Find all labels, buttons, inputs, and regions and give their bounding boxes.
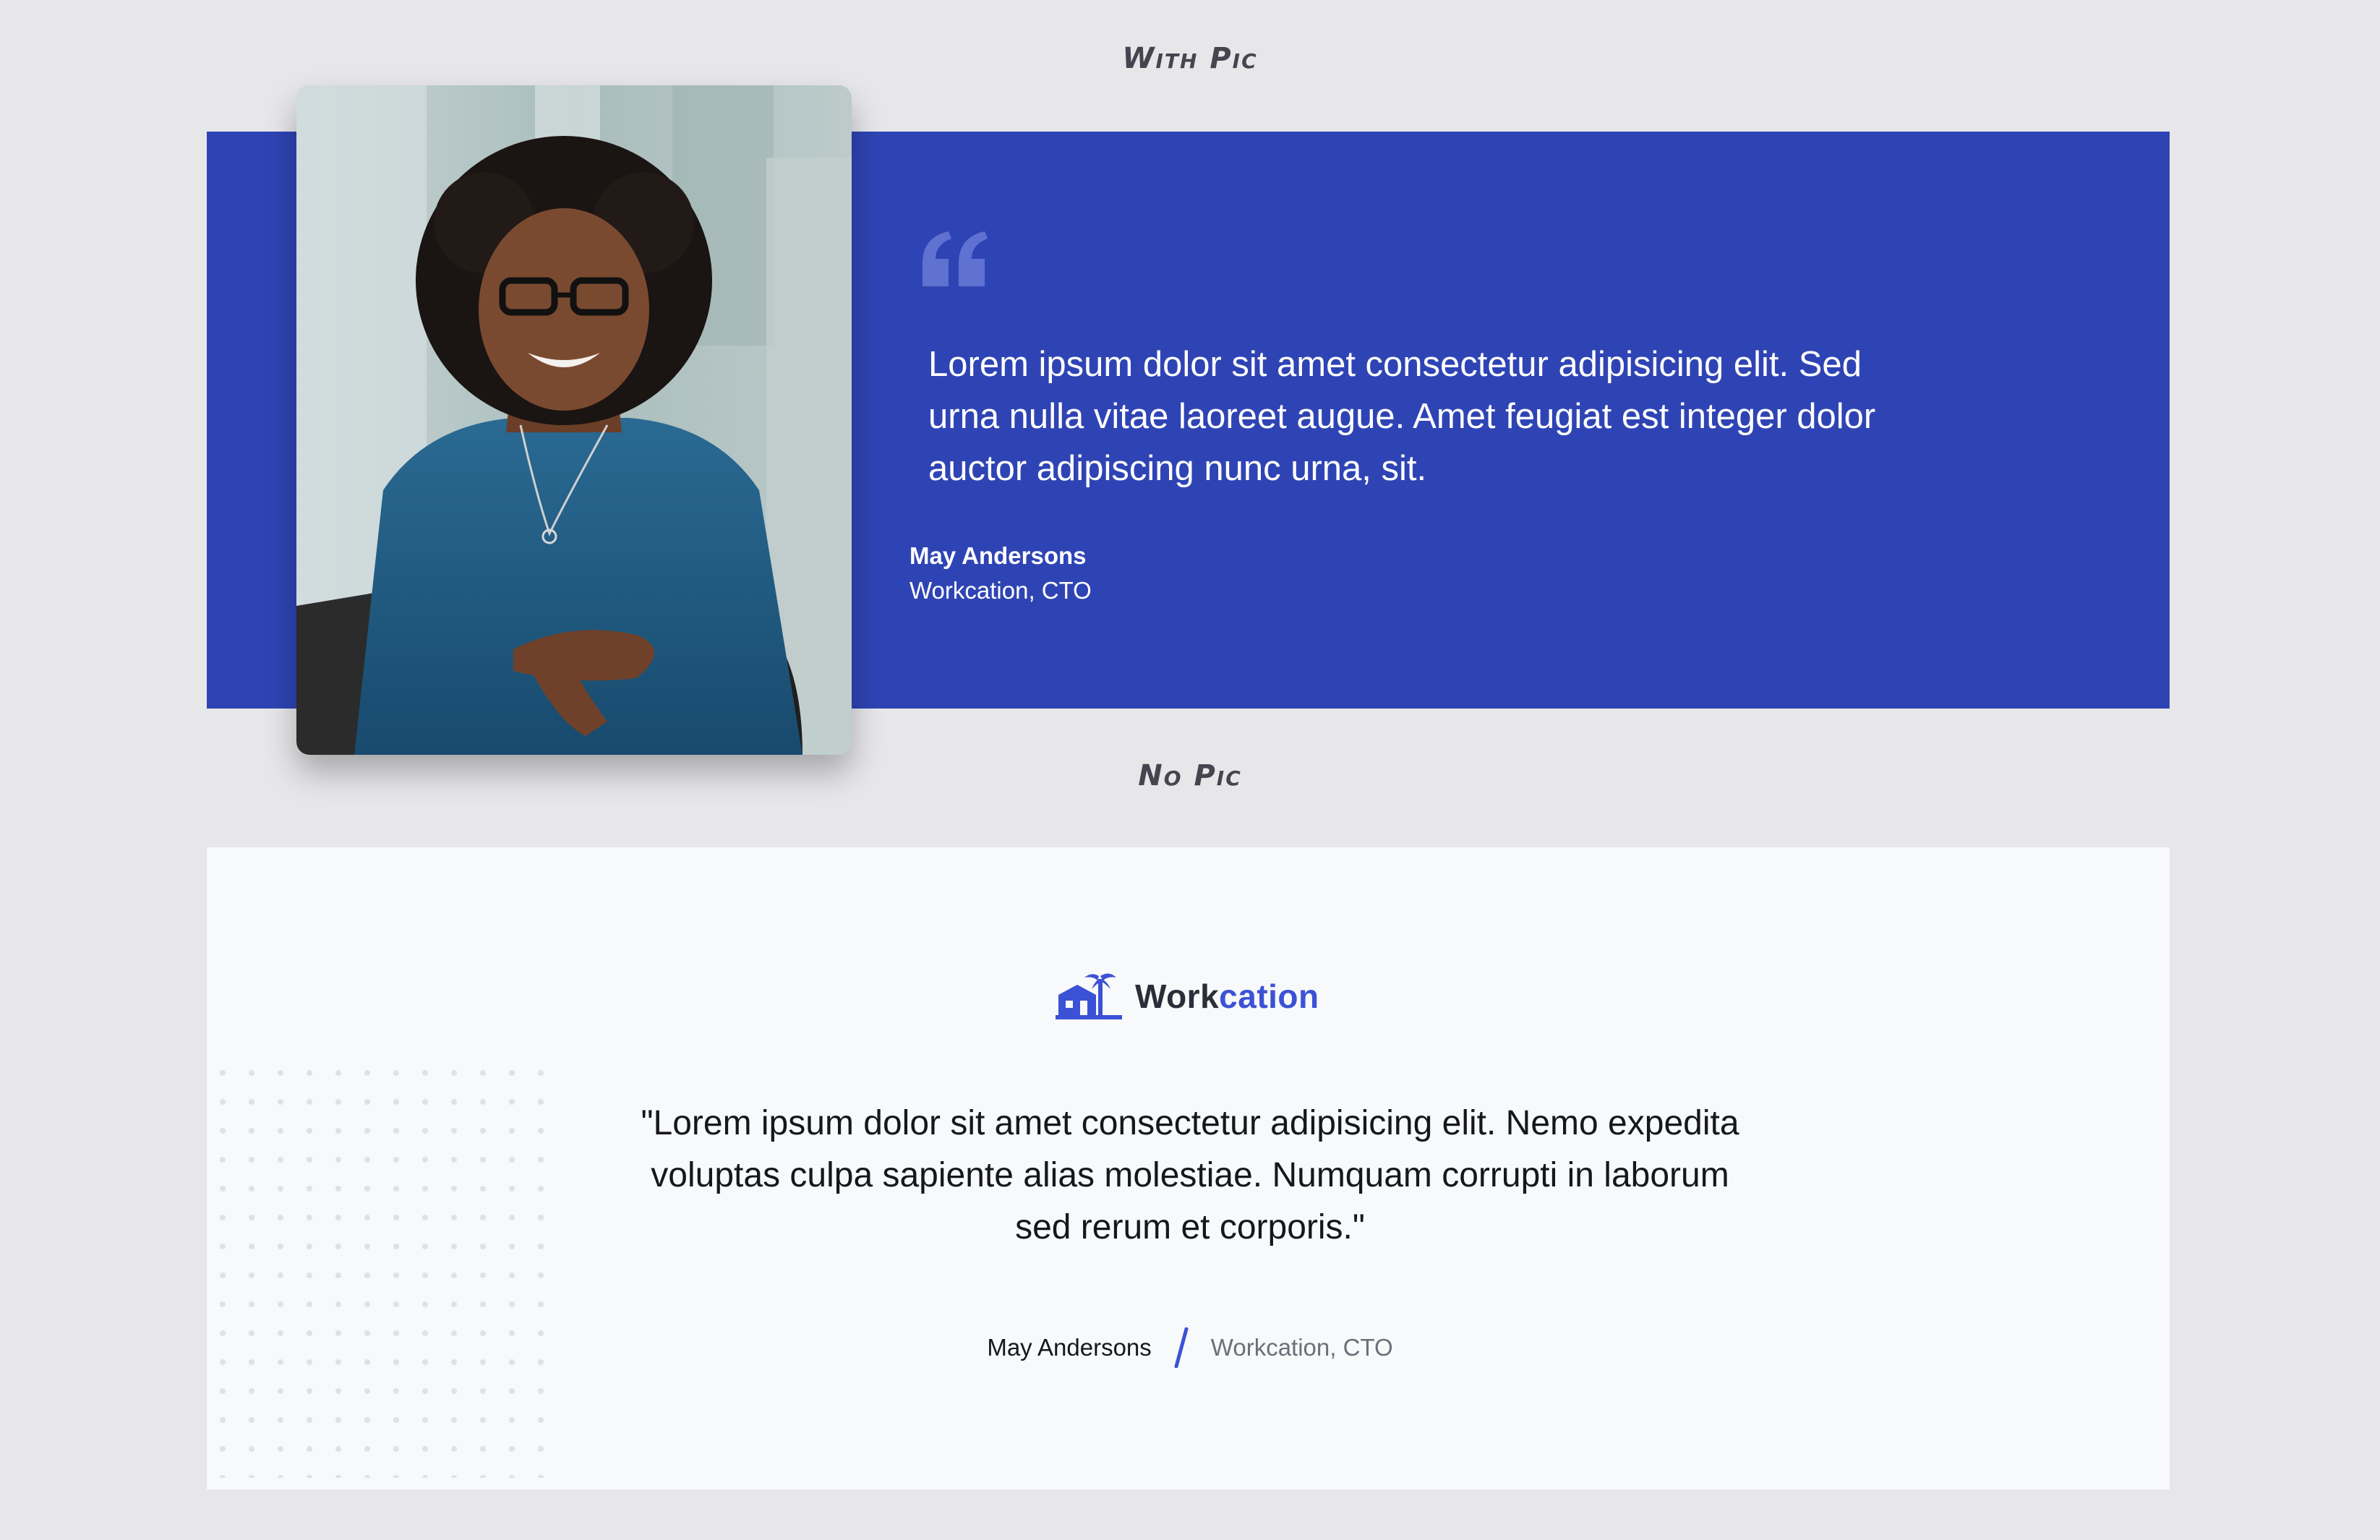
- section-label-with-pic: With Pic: [1122, 42, 1258, 75]
- testimonial-quote-no-pic: "Lorem ipsum dolor sit amet consectetur …: [641, 1104, 1739, 1246]
- attribution: May Andersons Workcation, CTO: [0, 1327, 2380, 1368]
- author-role: Workcation, CTO: [909, 577, 1092, 604]
- quote-mark-icon: [923, 231, 988, 286]
- logo-word-work: Work: [1135, 978, 1220, 1015]
- attribution-role: Workcation, CTO: [1210, 1334, 1393, 1361]
- attribution-name: May Andersons: [987, 1334, 1152, 1361]
- workcation-logo: Workcation: [1056, 967, 1319, 1025]
- testimonial-quote: Lorem ipsum dolor sit amet consectetur a…: [928, 345, 1876, 488]
- author-photo: [296, 85, 852, 755]
- section-label-no-pic: No Pic: [1138, 759, 1242, 792]
- house-palm-logo-icon: [1056, 973, 1122, 1019]
- slash-divider-icon: [1174, 1327, 1189, 1368]
- logo-word-cation: cation: [1219, 978, 1319, 1015]
- dot-pattern-decoration: [207, 1057, 565, 1478]
- author-name: May Andersons: [909, 542, 1087, 569]
